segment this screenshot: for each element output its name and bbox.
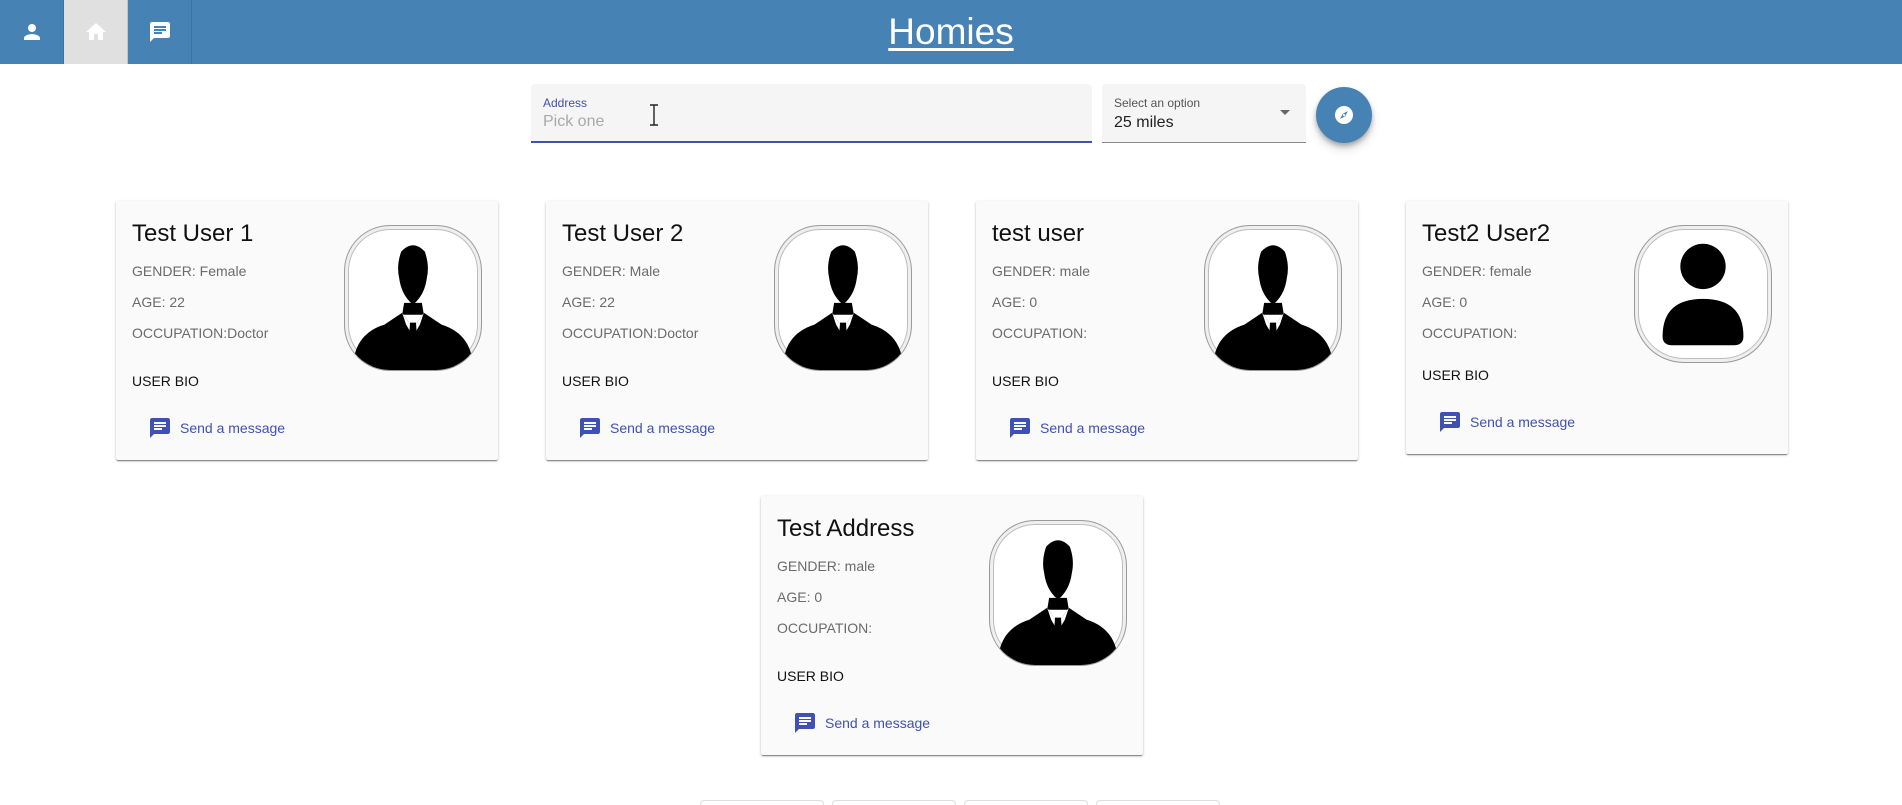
user-age: AGE: 22 [132, 294, 185, 310]
page-button[interactable] [1096, 800, 1220, 805]
user-occupation: OCCUPATION: [777, 620, 873, 636]
send-message-label: Send a message [1040, 420, 1146, 436]
avatar [989, 520, 1127, 666]
dropdown-arrow-icon [1280, 110, 1290, 115]
user-card: Test User 2 GENDER: Male AGE: 22 OCCUPAT… [546, 201, 928, 460]
user-name: Test2 User2 [1422, 220, 1551, 247]
user-bio: USER BIO [992, 373, 1059, 389]
send-message-label: Send a message [610, 420, 716, 436]
page-button[interactable] [700, 800, 824, 805]
radius-select-value: 25 miles [1114, 114, 1174, 131]
app-title: Homies [0, 10, 1902, 54]
user-card: test user GENDER: male AGE: 0 OCCUPATION… [976, 201, 1358, 460]
user-age: AGE: 22 [562, 294, 615, 310]
businessman-silhouette-icon [782, 245, 904, 370]
user-card: Test2 User2 GENDER: female AGE: 0 OCCUPA… [1406, 201, 1788, 454]
chat-icon [149, 22, 170, 42]
address-field[interactable]: Address [531, 84, 1092, 143]
businessman-silhouette-icon [352, 245, 474, 370]
user-name: Test Address [777, 515, 915, 542]
user-bio: USER BIO [562, 373, 629, 389]
user-age: AGE: 0 [777, 589, 823, 605]
send-message-button[interactable]: Send a message [148, 410, 285, 446]
avatar [774, 225, 912, 371]
app-title-link[interactable]: Homies [888, 11, 1013, 52]
user-name: test user [992, 220, 1085, 247]
user-gender: GENDER: Female [132, 263, 247, 279]
home-nav-button[interactable] [64, 0, 128, 64]
message-icon [1440, 412, 1460, 432]
avatar [1204, 225, 1342, 371]
user-gender: GENDER: male [777, 558, 876, 574]
businessman-silhouette-icon [1212, 245, 1334, 370]
user-occupation: OCCUPATION: [1422, 325, 1518, 341]
pagination [700, 800, 1220, 805]
user-age: AGE: 0 [992, 294, 1038, 310]
user-gender: GENDER: male [992, 263, 1091, 279]
send-message-label: Send a message [1470, 414, 1576, 430]
avatar [1634, 225, 1772, 363]
send-message-button[interactable]: Send a message [1008, 410, 1145, 446]
person-icon [23, 24, 40, 40]
user-name: Test User 2 [562, 220, 684, 247]
radius-select[interactable]: Select an option 25 miles [1102, 84, 1306, 143]
user-bio: USER BIO [132, 373, 199, 389]
page-button[interactable] [832, 800, 956, 805]
message-icon [580, 418, 600, 438]
send-message-button[interactable]: Send a message [793, 705, 930, 741]
search-submit-button[interactable] [1316, 87, 1372, 143]
compass-icon [1335, 106, 1353, 124]
message-icon [150, 418, 170, 438]
user-occupation: OCCUPATION: [992, 325, 1088, 341]
user-age: AGE: 0 [1422, 294, 1468, 310]
address-label: Address [543, 96, 588, 110]
user-gender: GENDER: female [1422, 263, 1532, 279]
businessman-silhouette-icon [997, 540, 1119, 665]
message-icon [1010, 418, 1030, 438]
message-icon [795, 713, 815, 733]
home-icon [85, 23, 106, 40]
profile-nav-button[interactable] [0, 0, 64, 64]
user-name: Test User 1 [132, 220, 254, 247]
user-bio: USER BIO [777, 668, 844, 684]
send-message-label: Send a message [180, 420, 286, 436]
messages-nav-button[interactable] [128, 0, 192, 64]
send-message-button[interactable]: Send a message [1438, 404, 1575, 440]
user-occupation: OCCUPATION:Doctor [562, 325, 699, 341]
avatar [344, 225, 482, 371]
user-occupation: OCCUPATION:Doctor [132, 325, 269, 341]
address-input[interactable] [543, 110, 1073, 134]
send-message-label: Send a message [825, 715, 931, 731]
user-gender: GENDER: Male [562, 263, 661, 279]
send-message-button[interactable]: Send a message [578, 410, 715, 446]
top-toolbar: Homies [0, 0, 1902, 64]
radius-select-label: Select an option [1114, 96, 1201, 110]
page-button[interactable] [964, 800, 1088, 805]
user-bio: USER BIO [1422, 367, 1489, 383]
generic-person-icon [1662, 243, 1744, 346]
user-card: Test Address GENDER: male AGE: 0 OCCUPAT… [761, 496, 1143, 755]
user-card: Test User 1 GENDER: Female AGE: 22 OCCUP… [116, 201, 498, 460]
